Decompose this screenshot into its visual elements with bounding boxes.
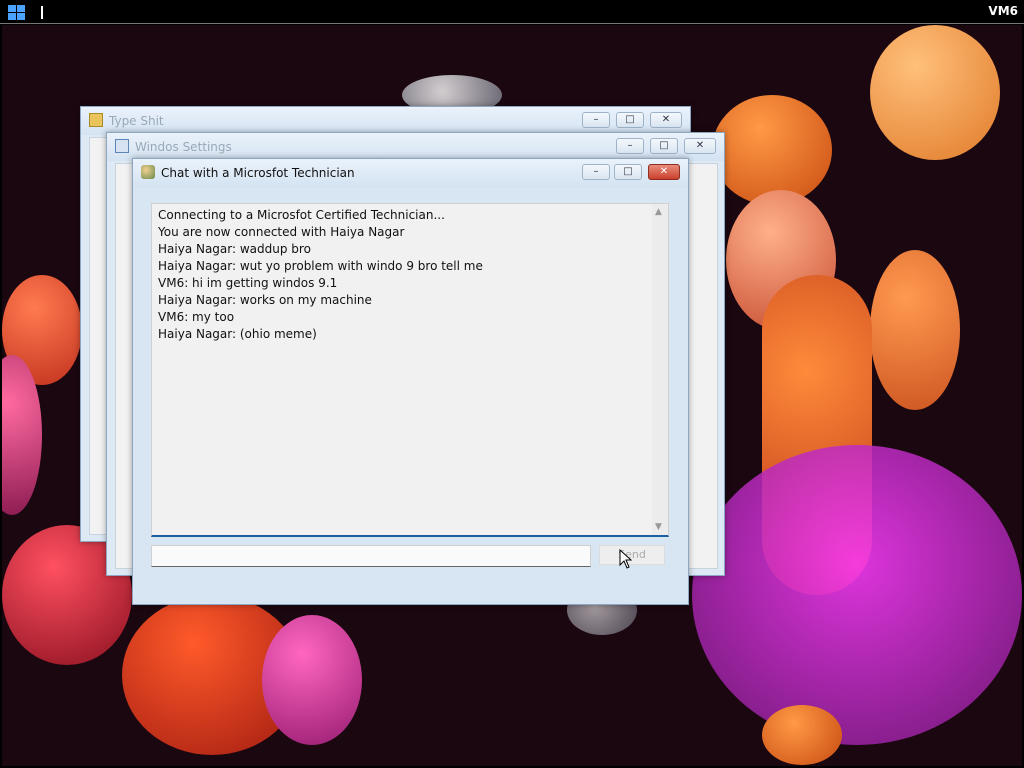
- title-bar[interactable]: Chat with a Microsfot Technician – □ ✕: [133, 159, 688, 187]
- taskbar: VM6: [0, 0, 1024, 24]
- minimize-button[interactable]: –: [582, 112, 610, 128]
- chat-message: Haiya Nagar: (ohio meme): [158, 327, 317, 341]
- wallpaper-blob: [762, 705, 842, 765]
- title-bar[interactable]: Type Shit – □ ✕: [81, 107, 690, 135]
- wallpaper-blob: [870, 25, 1000, 160]
- folder-icon: [89, 113, 103, 127]
- windows-logo-icon: [17, 5, 25, 12]
- windows-logo-icon: [8, 5, 16, 12]
- wallpaper-blob: [870, 250, 960, 410]
- window-title: Chat with a Microsfot Technician: [161, 166, 355, 180]
- chat-message: Haiya Nagar: wut yo problem with windo 9…: [158, 259, 483, 273]
- scroll-down-icon[interactable]: ▼: [655, 522, 662, 532]
- close-button[interactable]: ✕: [648, 164, 680, 180]
- scroll-up-icon[interactable]: ▲: [655, 207, 662, 217]
- chat-message: VM6: my too: [158, 310, 235, 324]
- text-caret: [41, 6, 43, 19]
- vertical-scrollbar[interactable]: ▲ ▼: [652, 204, 668, 535]
- message-input[interactable]: [151, 545, 591, 567]
- wallpaper-blob: [262, 615, 362, 745]
- mouse-pointer-icon: [619, 549, 633, 569]
- maximize-button[interactable]: □: [616, 112, 644, 128]
- title-bar[interactable]: Windos Settings – □ ✕: [107, 133, 724, 161]
- start-button[interactable]: [8, 5, 26, 20]
- windows-logo-icon: [8, 13, 16, 20]
- window-title: Type Shit: [109, 114, 164, 128]
- chat-message: Connecting to a Microsfot Certified Tech…: [158, 208, 445, 222]
- minimize-button[interactable]: –: [616, 138, 644, 154]
- chat-message: You are now connected with Haiya Nagar: [158, 225, 405, 239]
- wallpaper-blob: [692, 445, 1022, 745]
- wallpaper-blob: [712, 95, 832, 205]
- chat-people-icon: [141, 165, 155, 179]
- minimize-button[interactable]: –: [582, 164, 610, 180]
- maximize-button[interactable]: □: [614, 164, 642, 180]
- chat-log[interactable]: Connecting to a Microsfot Certified Tech…: [151, 203, 669, 537]
- close-button[interactable]: ✕: [650, 112, 682, 128]
- close-button[interactable]: ✕: [684, 138, 716, 154]
- chat-message: Haiya Nagar: waddup bro: [158, 242, 311, 256]
- vm-label: VM6: [988, 4, 1018, 18]
- window-title: Windos Settings: [135, 140, 232, 154]
- chat-message: Haiya Nagar: works on my machine: [158, 293, 372, 307]
- chat-message: VM6: hi im getting windos 9.1: [158, 276, 338, 290]
- maximize-button[interactable]: □: [650, 138, 678, 154]
- settings-icon: [115, 139, 129, 153]
- chat-window[interactable]: Chat with a Microsfot Technician – □ ✕ C…: [132, 158, 689, 605]
- windows-logo-icon: [17, 13, 25, 20]
